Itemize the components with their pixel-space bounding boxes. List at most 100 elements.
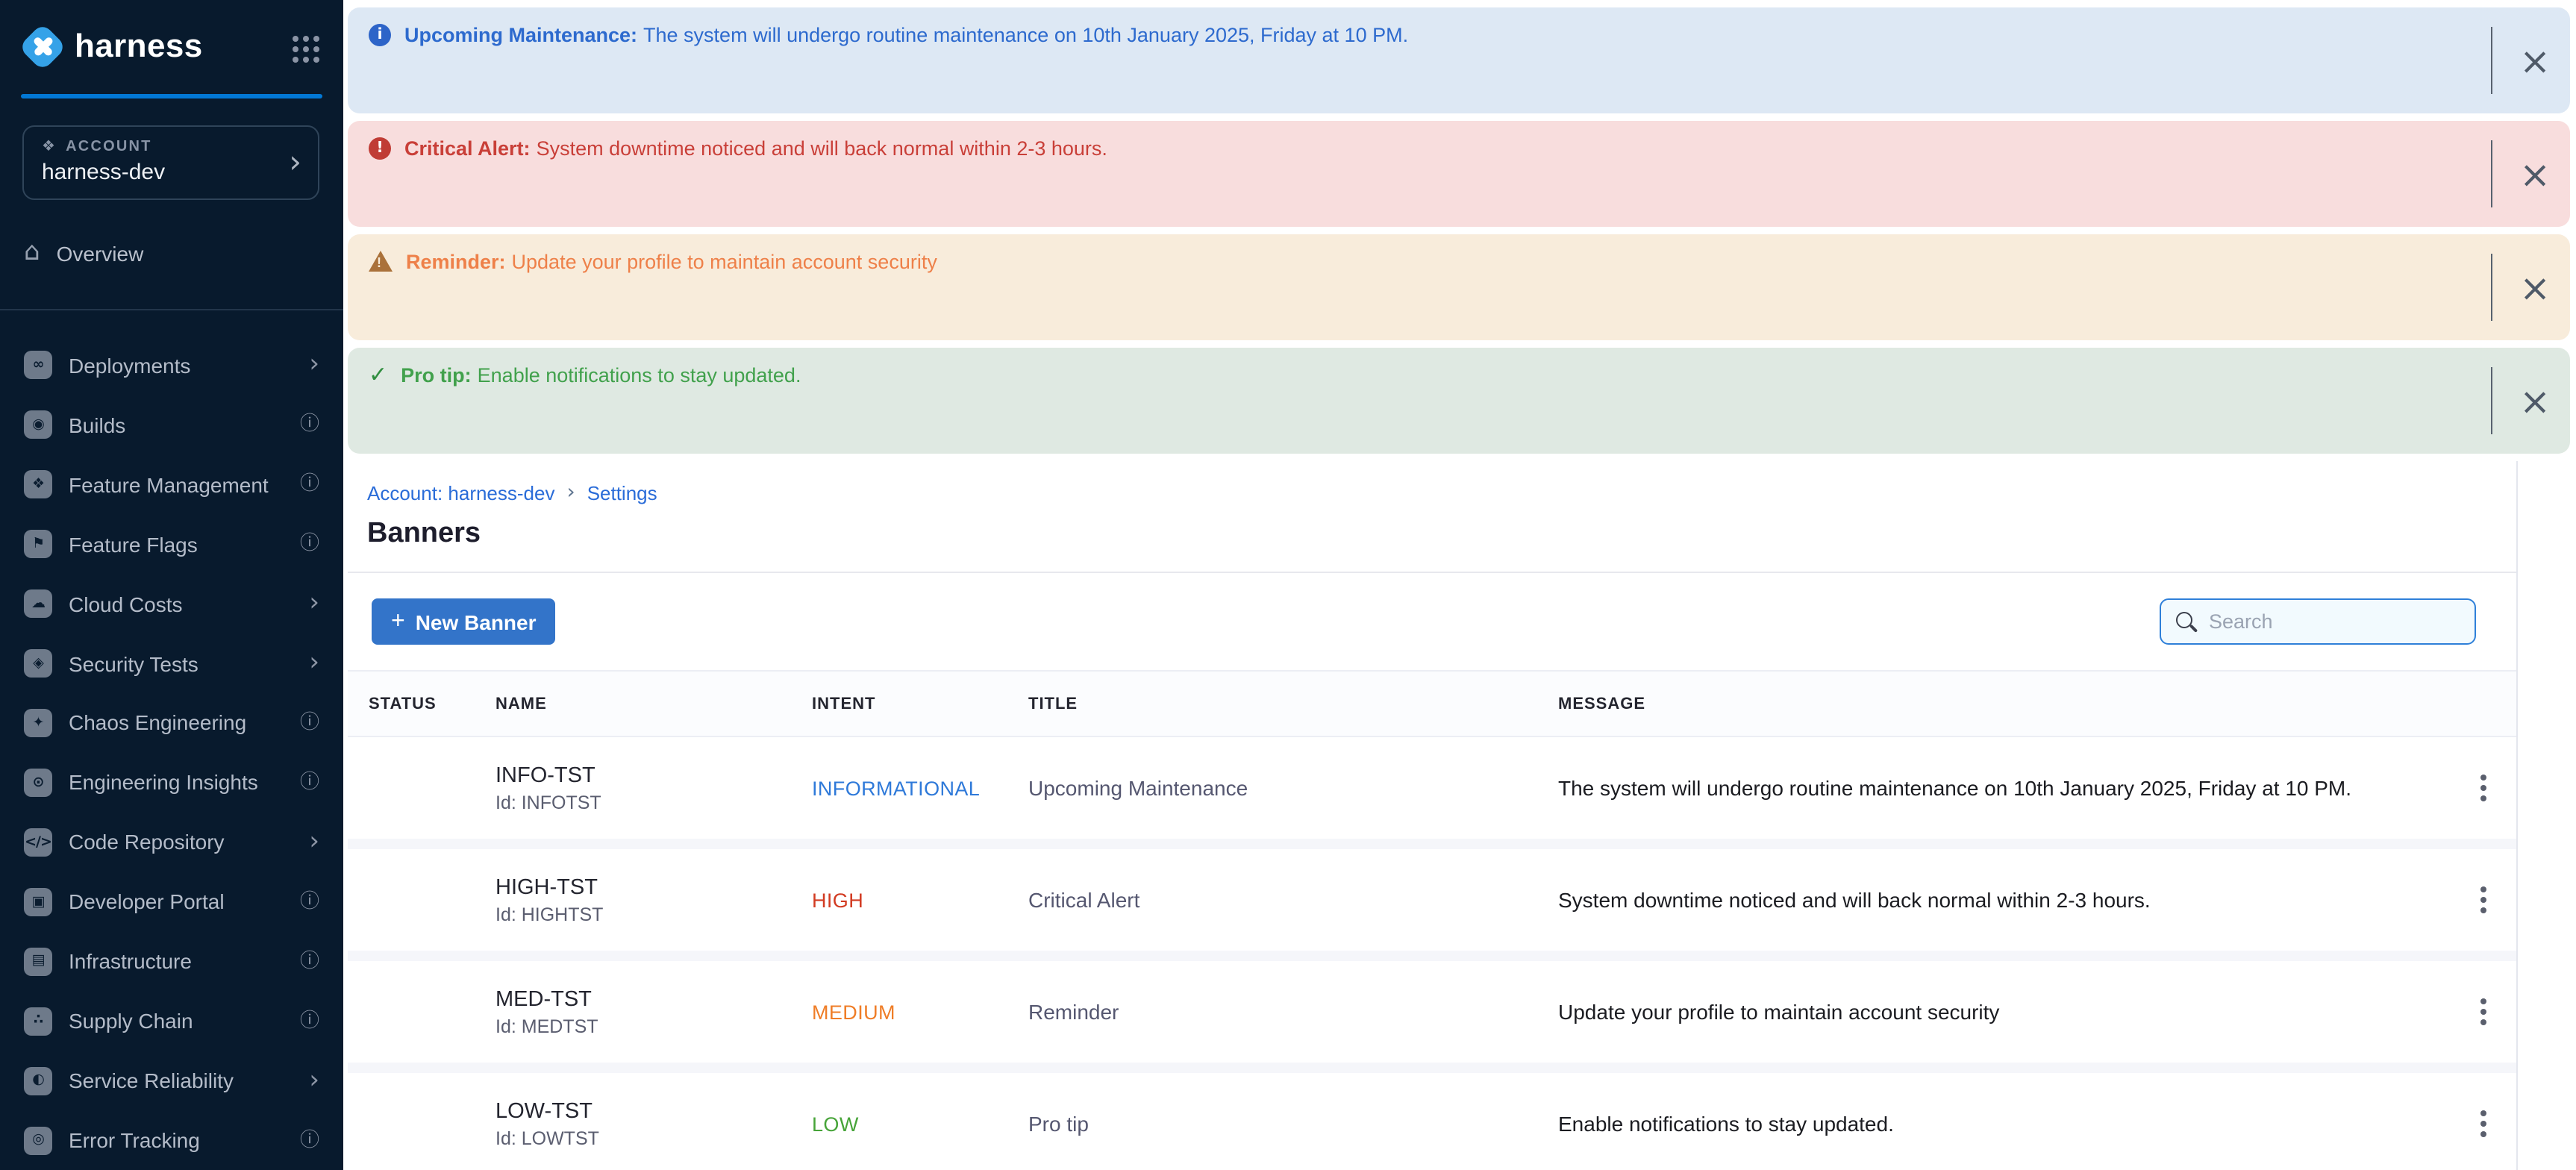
banner-success: ✓ Pro tip:Enable notifications to stay u…	[348, 348, 2570, 454]
chevron-right-icon: ›	[309, 830, 319, 855]
banner-name: MED-TST	[495, 987, 791, 1011]
banner-text: Critical Alert: System downtime noticed a…	[404, 136, 1107, 161]
sidebar-item-service-reliability[interactable]: ◐Service Reliability›	[0, 1051, 343, 1110]
account-label: ACCOUNT	[66, 139, 151, 155]
sidebar-item-cloud-costs[interactable]: ☁Cloud Costs›	[0, 574, 343, 634]
info-icon: ⓘ	[300, 475, 319, 494]
divider	[2490, 140, 2492, 207]
plus-icon: +	[391, 610, 405, 634]
close-icon[interactable]: ×	[2519, 269, 2551, 306]
sidebar-item-label: Overview	[57, 242, 144, 266]
alert-circle-icon: !	[369, 137, 391, 160]
banner-name: INFO-TST	[495, 763, 791, 787]
sidebar-item-supply-chain[interactable]: ∴Supply Chainⓘ	[0, 991, 343, 1051]
close-icon[interactable]: ×	[2519, 382, 2551, 419]
layers-icon: ❖	[42, 139, 57, 155]
table-row: INFO-TSTId: INFOTST INFORMATIONAL Upcomi…	[348, 737, 2516, 839]
breadcrumb-settings-link[interactable]: Settings	[587, 481, 657, 504]
chevron-right-icon: ›	[309, 651, 319, 676]
search-box	[2160, 598, 2476, 645]
info-icon: ⓘ	[300, 892, 319, 912]
info-circle-icon: i	[369, 24, 391, 46]
column-header-title: TITLE	[1007, 695, 1537, 713]
banner-title: Upcoming Maintenance	[1007, 776, 1537, 800]
banner-message: The system will undergo routine maintena…	[643, 24, 1408, 46]
banner-id: Id: MEDTST	[495, 1016, 791, 1036]
banner-message-cell: System downtime noticed and will back no…	[1537, 888, 2430, 912]
checkmark-icon: ✓	[369, 364, 387, 387]
info-icon: ⓘ	[300, 713, 319, 733]
search-input[interactable]	[2160, 598, 2476, 645]
banner-label: Upcoming Maintenance:	[404, 24, 637, 46]
row-actions-menu-button[interactable]	[2480, 1121, 2486, 1127]
toolbar: +New Banner	[348, 573, 2516, 670]
sidebar-item-code-repository[interactable]: </>Code Repository›	[0, 813, 343, 872]
sidebar-item-deployments[interactable]: ∞Deployments›	[0, 336, 343, 395]
account-name: harness-dev	[42, 160, 303, 185]
info-icon: ⓘ	[300, 1011, 319, 1030]
info-icon: ⓘ	[300, 416, 319, 435]
sidebar-item-error-tracking[interactable]: ◎Error Trackingⓘ	[0, 1110, 343, 1170]
row-actions-menu-button[interactable]	[2480, 897, 2486, 903]
info-icon: ⓘ	[300, 773, 319, 792]
app-window: harness ❖ ACCOUNT harness-dev › ⌂ Overvie…	[0, 0, 2576, 1170]
column-header-intent: INTENT	[791, 695, 1007, 713]
code-repository-icon: </>	[24, 828, 52, 857]
logo-text[interactable]: harness	[75, 28, 293, 66]
sidebar: harness ❖ ACCOUNT harness-dev › ⌂ Overvie…	[0, 0, 343, 1170]
banner-text: Pro tip:Enable notifications to stay upd…	[401, 363, 801, 388]
sidebar-item-security-tests[interactable]: ◈Security Tests›	[0, 634, 343, 693]
banner-message: Enable notifications to stay updated.	[478, 364, 801, 387]
warning-triangle-icon	[369, 251, 393, 272]
divider	[2490, 367, 2492, 434]
app-grid-icon[interactable]	[293, 37, 298, 43]
sidebar-item-engineering-insights[interactable]: ⊙Engineering Insightsⓘ	[0, 753, 343, 813]
banner-label: Critical Alert:	[404, 137, 531, 160]
feature-management-icon: ❖	[24, 470, 52, 498]
banner-informational: i Upcoming Maintenance: The system will u…	[348, 7, 2570, 113]
table-row: MED-TSTId: MEDTST MEDIUM Reminder Update…	[348, 961, 2516, 1063]
divider	[2490, 254, 2492, 321]
engineering-insights-icon: ⊙	[24, 769, 52, 797]
error-tracking-icon: ◎	[24, 1126, 52, 1154]
sidebar-item-overview[interactable]: ⌂ Overview	[0, 224, 343, 284]
sidebar-item-builds[interactable]: ◉Buildsⓘ	[0, 395, 343, 455]
column-header-status: STATUS	[348, 695, 475, 713]
banner-title: Pro tip	[1007, 1112, 1537, 1136]
breadcrumb-account-link[interactable]: Account: harness-dev	[367, 481, 554, 504]
banner-critical: ! Critical Alert: System downtime noticed…	[348, 121, 2570, 227]
close-icon[interactable]: ×	[2519, 42, 2551, 79]
divider	[2490, 27, 2492, 94]
info-icon: ⓘ	[300, 1130, 319, 1150]
home-icon: ⌂	[24, 241, 40, 266]
banner-message: System downtime noticed and will back no…	[537, 137, 1107, 160]
account-selector[interactable]: ❖ACCOUNT harness-dev ›	[22, 125, 319, 200]
chevron-right-icon: ›	[309, 591, 319, 616]
row-actions-menu-button[interactable]	[2480, 785, 2486, 791]
feature-flags-icon: ⚑	[24, 530, 52, 558]
banner-id: Id: INFOTST	[495, 792, 791, 813]
banner-message-cell: Enable notifications to stay updated.	[1537, 1112, 2430, 1136]
chevron-right-icon: ›	[309, 353, 319, 378]
service-reliability-icon: ◐	[24, 1066, 52, 1095]
row-separator	[348, 839, 2516, 849]
logo-row: harness	[0, 0, 343, 94]
harness-logo-icon[interactable]	[24, 28, 61, 66]
sidebar-item-feature-flags[interactable]: ⚑Feature Flagsⓘ	[0, 514, 343, 574]
row-actions-menu-button[interactable]	[2480, 1009, 2486, 1015]
infrastructure-icon: ▤	[24, 947, 52, 975]
close-icon[interactable]: ×	[2519, 155, 2551, 193]
sidebar-item-developer-portal[interactable]: ▣Developer Portalⓘ	[0, 872, 343, 932]
row-separator	[348, 1063, 2516, 1073]
sidebar-item-feature-management[interactable]: ❖Feature Managementⓘ	[0, 454, 343, 514]
banner-name: LOW-TST	[495, 1099, 791, 1123]
sidebar-item-infrastructure[interactable]: ▤Infrastructureⓘ	[0, 931, 343, 991]
sidebar-item-chaos-engineering[interactable]: ✦Chaos Engineeringⓘ	[0, 693, 343, 753]
banner-warning: Reminder:Update your profile to maintain…	[348, 234, 2570, 340]
main-pane: i Upcoming Maintenance: The system will u…	[343, 0, 2576, 1170]
chaos-engineering-icon: ✦	[24, 709, 52, 737]
chevron-right-icon: ›	[566, 481, 575, 504]
new-banner-button[interactable]: +New Banner	[372, 598, 556, 645]
chevron-right-icon: ›	[309, 1068, 319, 1093]
banner-label: Reminder:	[406, 251, 506, 273]
